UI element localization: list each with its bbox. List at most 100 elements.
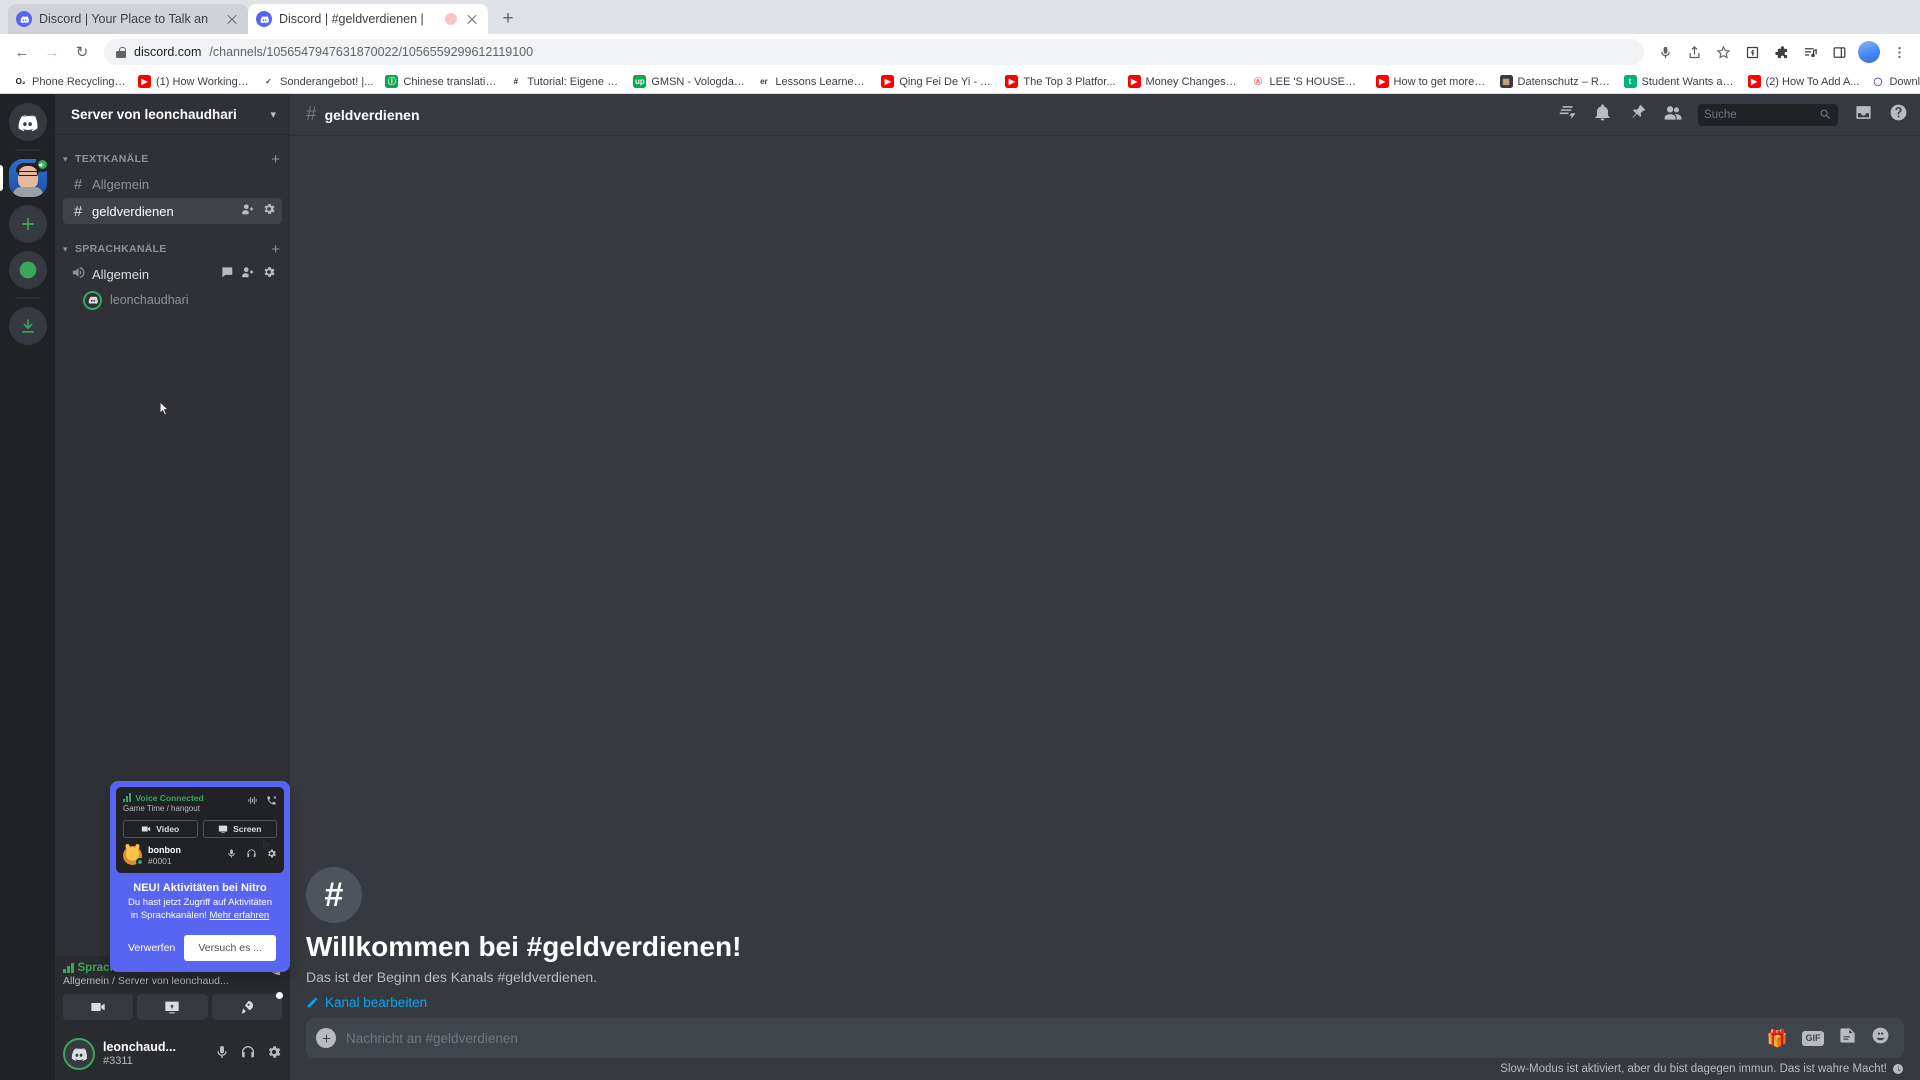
message-composer[interactable]: Nachricht an #geldverdienen 🎁 GIF	[306, 1018, 1904, 1058]
nitro-video-label: Video	[156, 823, 180, 834]
download-apps-button[interactable]	[8, 307, 47, 345]
headphones-icon	[246, 846, 257, 864]
browser-tab-2[interactable]: Discord | #geldverdienen |	[248, 4, 488, 34]
o2-icon: O₂	[14, 75, 27, 88]
bookmark-item[interactable]: ▶ The Top 3 Platfor...	[999, 73, 1121, 90]
voice-member-leonchaudhari[interactable]: leonchaudhari	[55, 288, 290, 312]
edit-channel-gear-icon[interactable]	[262, 202, 276, 221]
add-server-button[interactable]	[8, 205, 47, 243]
bookmark-item[interactable]: ▶ Money Changes E...	[1122, 73, 1246, 90]
bookmark-star-icon[interactable]	[1710, 39, 1736, 65]
bookmark-label: Chinese translatio...	[403, 75, 498, 88]
threads-icon[interactable]	[1558, 103, 1577, 127]
pinned-messages-icon[interactable]	[1628, 103, 1647, 127]
add-voice-channel-button[interactable]: +	[271, 242, 280, 257]
emoji-icon[interactable]	[1871, 1026, 1890, 1050]
browser-tab-1[interactable]: Discord | Your Place to Talk an	[8, 4, 248, 34]
address-bar[interactable]: discord.com/channels/1056547947631870022…	[104, 39, 1644, 65]
youtube-icon: ▶	[1005, 75, 1019, 88]
gift-icon[interactable]: 🎁	[1767, 1030, 1788, 1047]
bookmark-label: Lessons Learned f...	[775, 75, 870, 88]
bookmark-item[interactable]: ✓ Sonderangebot! |...	[256, 73, 379, 90]
toolbar-icons	[1652, 39, 1912, 65]
nitro-title: NEU! Aktivitäten bei Nitro	[133, 882, 267, 895]
search-input[interactable]: Suche	[1698, 103, 1838, 126]
invite-people-icon[interactable]	[241, 202, 255, 221]
bookmark-item[interactable]: O₂ Phone Recycling,...	[8, 73, 132, 90]
tab-close-icon[interactable]	[224, 11, 240, 27]
category-sprachkanaele[interactable]: ▾ SPRACHKANÄLE +	[55, 238, 290, 260]
nitro-preview-status: Voice Connected	[135, 792, 204, 803]
bookmark-item[interactable]: ▶ (2) How To Add A...	[1742, 73, 1866, 90]
bonbon-avatar	[123, 845, 144, 866]
bookmark-item[interactable]: ▶ (1) How Working a...	[132, 73, 256, 90]
channel-name: Allgemein	[92, 176, 150, 192]
avatar[interactable]	[63, 1038, 95, 1070]
nitro-dismiss-button[interactable]: Verwerfen	[124, 942, 175, 954]
member-list-icon[interactable]	[1663, 103, 1682, 127]
bookmark-label: GMSN - Vologda,...	[651, 75, 746, 88]
settings-gear-icon[interactable]	[266, 1044, 282, 1065]
channel-allgemein-text[interactable]: # Allgemein	[63, 171, 282, 197]
avatar-glasses	[17, 171, 38, 176]
bookmark-item[interactable]: ▶ How to get more v...	[1370, 73, 1494, 90]
open-chat-icon[interactable]	[220, 265, 234, 284]
add-text-channel-button[interactable]: +	[271, 152, 280, 167]
nitro-try-button[interactable]: Versuch es ...	[184, 935, 276, 961]
current-user-name: leonchaud...	[103, 1039, 176, 1054]
edit-channel-link[interactable]: Kanal bearbeiten	[306, 995, 1904, 1010]
tab-close-icon[interactable]	[464, 11, 480, 27]
help-icon[interactable]	[1889, 103, 1908, 127]
reload-button[interactable]: ↻	[68, 38, 96, 66]
tab-title: Discord | #geldverdienen |	[279, 12, 424, 26]
bookmark-item[interactable]: # Tutorial: Eigene Fa...	[503, 73, 627, 90]
inbox-icon[interactable]	[1854, 103, 1873, 127]
bookmark-item[interactable]: er Lessons Learned f...	[751, 73, 875, 90]
share-icon[interactable]	[1681, 39, 1707, 65]
turn-on-camera-button[interactable]	[63, 994, 134, 1020]
bookmark-item[interactable]: t Student Wants an...	[1618, 73, 1742, 90]
bookmark-item[interactable]: ▦ Datenschutz – Re...	[1494, 73, 1618, 90]
hash-icon: #	[73, 175, 83, 193]
extensions-icon[interactable]	[1768, 39, 1794, 65]
youtube-icon: ▶	[1747, 75, 1761, 88]
playlist-icon[interactable]	[1797, 39, 1823, 65]
bookmark-item[interactable]: ◯ Download - Cooki...	[1865, 73, 1920, 90]
back-button[interactable]: ←	[8, 38, 36, 66]
bookmark-item[interactable]: ▶ Qing Fei De Yi - Y...	[875, 73, 999, 90]
hash-icon: #	[509, 75, 523, 88]
new-tab-button[interactable]: +	[494, 5, 522, 33]
facebook-icon[interactable]	[1739, 39, 1765, 65]
invite-people-icon[interactable]	[241, 265, 255, 284]
bookmark-item[interactable]: Ⓘ Chinese translatio...	[379, 73, 503, 90]
headphones-icon[interactable]	[240, 1044, 256, 1065]
discord-home-button[interactable]	[8, 103, 47, 141]
channel-geldverdienen[interactable]: # geldverdienen	[63, 198, 282, 224]
attach-file-button[interactable]	[316, 1028, 336, 1048]
notification-bell-icon[interactable]	[1593, 103, 1612, 127]
sidepanel-icon[interactable]	[1826, 39, 1852, 65]
chrome-menu-icon[interactable]	[1886, 39, 1912, 65]
nitro-learn-more-link[interactable]: Mehr erfahren	[210, 910, 270, 921]
sticker-icon[interactable]	[1838, 1026, 1857, 1050]
bookmark-label: Phone Recycling,...	[32, 75, 126, 88]
server-icon-leonchaudhari[interactable]	[0, 157, 50, 197]
channel-name: geldverdienen	[92, 203, 174, 219]
forward-button[interactable]: →	[38, 38, 66, 66]
microphone-icon[interactable]	[214, 1044, 230, 1065]
explore-servers-button[interactable]	[8, 251, 47, 289]
share-screen-button[interactable]	[137, 994, 208, 1020]
activities-rocket-button[interactable]	[211, 992, 283, 1020]
bookmark-item[interactable]: Ⓐ LEE 'S HOUSE—...	[1246, 73, 1370, 90]
category-textkanaele[interactable]: ▾ TEXTKANÄLE +	[55, 148, 290, 170]
lock-icon	[116, 46, 126, 58]
edit-channel-gear-icon[interactable]	[262, 265, 276, 284]
discord-favicon-icon	[256, 11, 272, 27]
mic-icon[interactable]	[1652, 39, 1678, 65]
server-header-dropdown[interactable]: Server von leonchaudhari ▾	[55, 94, 290, 134]
gif-icon[interactable]: GIF	[1802, 1030, 1824, 1046]
channel-allgemein-voice[interactable]: Allgemein	[63, 261, 282, 287]
bookmark-item[interactable]: up GMSN - Vologda,...	[627, 73, 751, 90]
chat-main: # geldverdienen Suche # Willkommen bei #…	[290, 94, 1920, 1080]
profile-avatar[interactable]	[1858, 41, 1880, 63]
